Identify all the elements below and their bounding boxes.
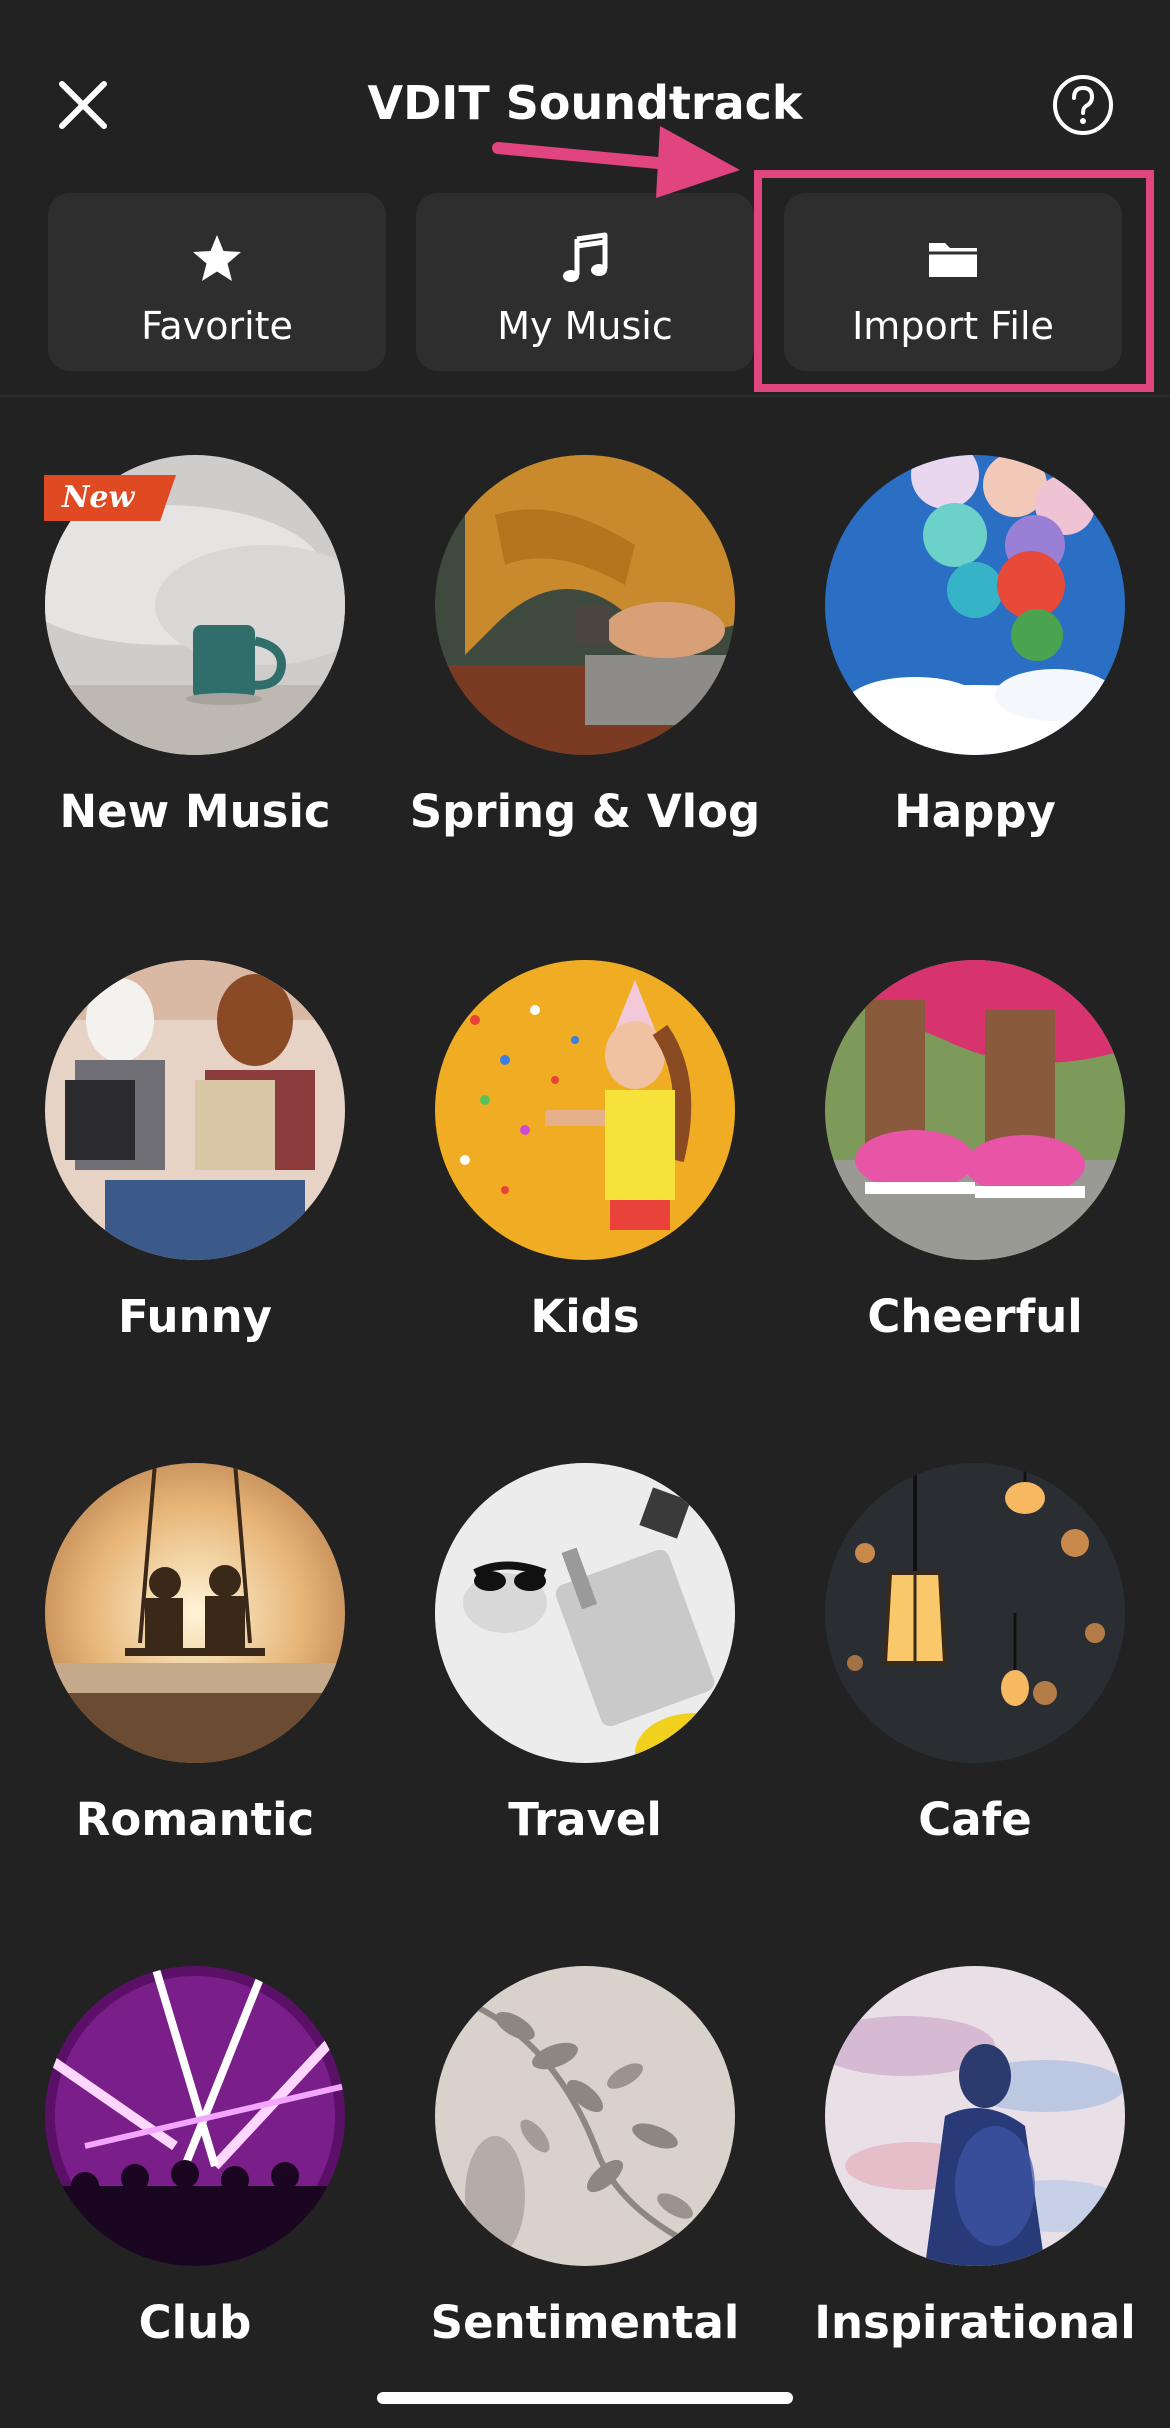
category-label: Romantic [75,1793,315,1846]
category-thumbnail [45,960,345,1260]
home-indicator[interactable] [377,2392,793,2404]
annotation-highlight [754,170,1154,392]
tab-my-music[interactable]: My Music [416,193,754,371]
category-spring-vlog[interactable]: Spring & Vlog [390,455,780,875]
category-label: Cafe [918,1793,1032,1846]
category-cheerful[interactable]: Cheerful [780,960,1170,1380]
tab-label: Favorite [141,304,293,348]
category-label: Spring & Vlog [409,785,761,838]
divider [0,395,1170,397]
category-thumbnail [435,960,735,1260]
music-note-icon [563,232,608,282]
category-thumbnail [825,960,1125,1260]
category-label: Funny [118,1290,272,1343]
category-thumbnail [435,1463,735,1763]
category-label: Kids [530,1290,640,1343]
category-label: New Music [59,785,331,838]
category-travel[interactable]: Travel [390,1463,780,1883]
category-label: Travel [508,1793,662,1846]
category-thumbnail [825,1463,1125,1763]
tab-label: My Music [497,304,673,348]
category-funny[interactable]: Funny [0,960,390,1380]
star-icon [193,235,241,281]
category-label: Sentimental [430,2296,740,2349]
category-thumbnail [825,455,1125,755]
annotation-arrow [492,126,740,198]
category-thumbnail [45,1463,345,1763]
category-inspirational[interactable]: Inspirational [780,1966,1170,2386]
category-happy[interactable]: Happy [780,455,1170,875]
category-cafe[interactable]: Cafe [780,1463,1170,1883]
category-club[interactable]: Club [0,1966,390,2386]
category-thumbnail [435,1966,735,2266]
category-thumbnail [435,455,735,755]
category-thumbnail [825,1966,1125,2266]
category-kids[interactable]: Kids [390,960,780,1380]
category-label: Happy [894,785,1056,838]
help-button[interactable] [1048,70,1118,140]
new-badge: New [44,475,176,521]
tab-favorite[interactable]: Favorite [48,193,386,371]
category-thumbnail [45,1966,345,2266]
question-circle-icon [1053,75,1113,135]
category-label: Club [138,2296,252,2349]
category-romantic[interactable]: Romantic [0,1463,390,1883]
category-sentimental[interactable]: Sentimental [390,1966,780,2386]
category-label: Inspirational [814,2296,1136,2349]
category-label: Cheerful [867,1290,1083,1343]
category-new-music[interactable]: New New Music [0,455,390,875]
